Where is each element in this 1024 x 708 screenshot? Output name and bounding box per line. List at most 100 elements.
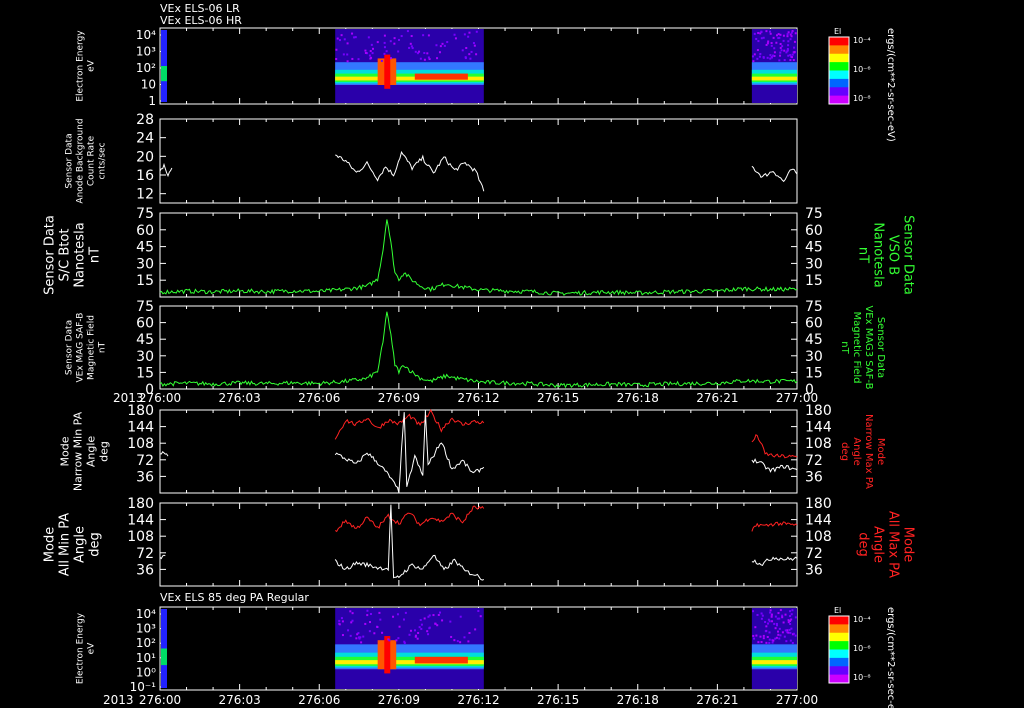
time-tick-label-bottom: 276:18	[617, 693, 659, 707]
heatmap-speck-p1	[467, 35, 470, 38]
series-line-p2	[159, 162, 173, 178]
heatmap-band-p1	[751, 76, 797, 81]
heatmap-speck-p1	[785, 51, 788, 54]
heatmap-speck-p1	[364, 49, 367, 52]
time-tick-label-bottom: 276:21	[696, 693, 738, 707]
heatmap-speck-p1	[473, 44, 476, 47]
y-tick-label-p2: 28	[136, 112, 154, 128]
heatmap-speck-p1	[766, 56, 769, 59]
heatmap-speck-p1	[769, 30, 772, 33]
heatmap-speck-p7	[404, 611, 407, 614]
y-tick-label-p1: 10³	[136, 45, 156, 59]
heatmap-speck-p1	[410, 45, 413, 48]
series-line-p5	[751, 458, 798, 473]
y-tick-label-p2: 16	[136, 168, 154, 184]
y-label-right-p5: Mode	[875, 438, 886, 465]
heatmap-speck-p7	[459, 615, 462, 618]
heatmap-speck-p7	[388, 639, 391, 642]
heatmap-speck-p7	[771, 641, 774, 644]
heatmap-speck-p7	[790, 627, 793, 630]
heatmap-speck-p7	[762, 634, 765, 637]
heatmap-speck-p1	[463, 33, 466, 36]
y-label-p4: Magnetic Field	[87, 315, 97, 380]
heatmap-speck-p1	[751, 55, 754, 58]
heatmap-speck-p7	[775, 636, 778, 639]
heatmap-speck-p7	[338, 619, 341, 622]
heatmap-speck-p1	[472, 42, 475, 45]
y-tick-label-p3: 45	[136, 240, 154, 256]
heatmap-speck-p1	[783, 49, 786, 52]
heatmap-speck-p1	[779, 46, 782, 49]
heatmap-speck-p1	[789, 59, 792, 62]
heatmap-speck-p7	[760, 617, 763, 620]
heatmap-speck-p7	[784, 629, 787, 632]
heatmap-speck-p1	[464, 56, 467, 59]
heatmap-speck-p1	[762, 36, 765, 39]
heatmap-speck-p7	[781, 631, 784, 634]
series-line-p5	[751, 434, 798, 459]
heatmap-speck-p1	[762, 56, 765, 59]
series-line-p2	[751, 165, 798, 183]
colorbar-segment-p7	[829, 674, 849, 684]
heatmap-edge-band-p1	[161, 66, 167, 82]
heatmap-speck-p1	[767, 40, 770, 43]
heatmap-speck-p1	[760, 30, 763, 33]
heatmap-speck-p1	[757, 32, 760, 35]
heatmap-speck-p1	[770, 56, 773, 59]
y-label-p5: deg	[98, 441, 111, 462]
heatmap-speck-p1	[409, 42, 412, 45]
heatmap-speck-p7	[419, 619, 422, 622]
heatmap-speck-p1	[357, 58, 360, 61]
heatmap-speck-p1	[789, 33, 792, 36]
heatmap-speck-p7	[768, 641, 771, 644]
y-label-p4: nT	[98, 341, 108, 353]
heatmap-speck-p1	[423, 52, 426, 55]
heatmap-speck-p1	[782, 39, 785, 42]
y-label-right-p3: Sensor Data	[901, 215, 916, 295]
series-line-p4	[159, 311, 798, 389]
y-tick-label-right-p6: 36	[805, 562, 823, 578]
time-tick-label-bottom: 276:00	[139, 693, 181, 707]
y-tick-label-right-p6: 180	[805, 496, 832, 512]
colorbar-segment-p1	[829, 70, 849, 80]
heatmap-speck-p7	[792, 632, 795, 635]
y-label-p2: cnts/sec	[98, 142, 108, 179]
y-label-p7: Electron Energy	[76, 612, 86, 684]
heatmap-speck-p7	[408, 633, 411, 636]
time-tick-label-bottom: 276:03	[219, 693, 261, 707]
y-label-right-p3: VSO B	[886, 235, 901, 275]
y-label-p5: Angle	[85, 436, 98, 468]
y-label-right-p6: deg	[856, 532, 871, 557]
heatmap-speck-p1	[787, 44, 790, 47]
heatmap-speck-p7	[449, 620, 452, 623]
y-label-right-p4: Sensor Data	[875, 317, 886, 378]
series-line-p6	[159, 554, 166, 560]
y-tick-label-p7: 10¹	[136, 651, 156, 665]
heatmap-speck-p1	[414, 50, 417, 53]
heatmap-speck-p7	[426, 630, 429, 633]
heatmap-speck-p7	[768, 638, 771, 641]
heatmap-speck-p1	[461, 49, 464, 52]
heatmap-speck-p7	[753, 637, 756, 640]
y-tick-label-p7: 10³	[136, 622, 156, 636]
heatmap-speck-p7	[764, 620, 767, 623]
panel-frame-p6	[159, 502, 798, 587]
heatmap-speck-p1	[439, 45, 442, 48]
heatmap-speck-p7	[794, 616, 797, 619]
heatmap-speck-p7	[441, 619, 444, 622]
y-label-p1: Electron Energy	[76, 30, 86, 102]
heatmap-speck-p1	[756, 57, 759, 60]
heatmap-speck-p1	[475, 30, 478, 33]
heatmap-speck-p1	[422, 34, 425, 37]
heatmap-speck-p1	[753, 53, 756, 56]
y-label-right-p5: deg	[839, 442, 850, 461]
heatmap-speck-p1	[793, 51, 796, 54]
heatmap-speck-p7	[756, 613, 759, 616]
colorbar-segment-p7	[829, 641, 849, 650]
heatmap-speck-p7	[771, 620, 774, 623]
heatmap-speck-p7	[459, 641, 462, 644]
heatmap-speck-p1	[346, 53, 349, 56]
heatmap-speck-p1	[791, 53, 794, 56]
heatmap-speck-p7	[769, 611, 772, 614]
time-tick-label-top: 276:03	[219, 391, 261, 405]
